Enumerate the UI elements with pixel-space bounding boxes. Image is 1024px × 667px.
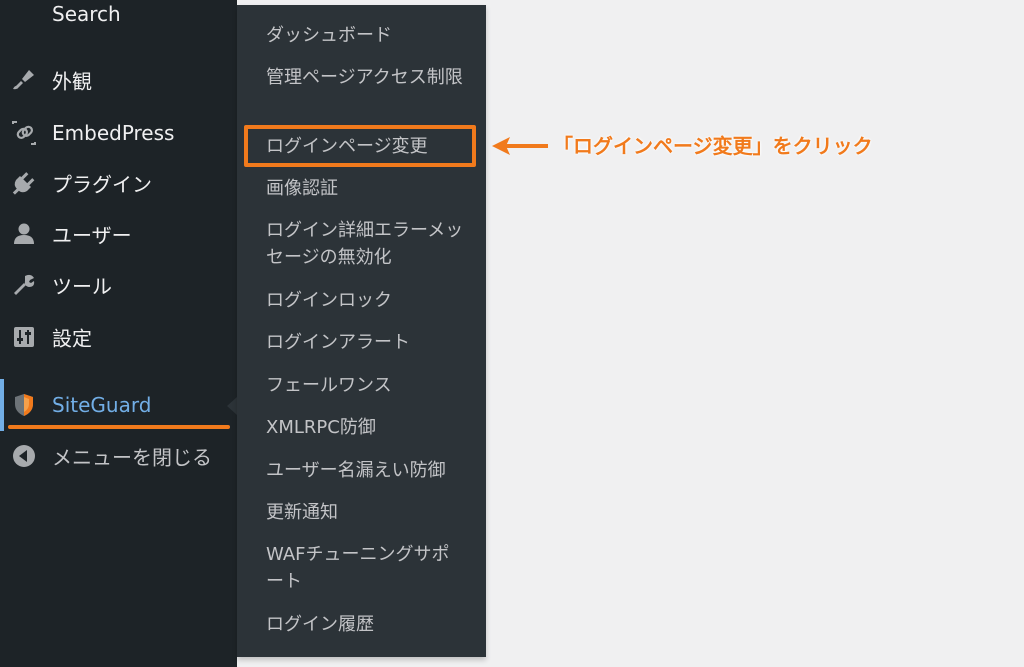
settings-sliders-icon bbox=[10, 323, 38, 351]
submenu-item-login-history[interactable]: ログイン履歴 bbox=[266, 611, 466, 638]
submenu-item-username-leak[interactable]: ユーザー名漏えい防御 bbox=[266, 457, 466, 484]
collapse-menu-button[interactable]: メニューを閉じる bbox=[0, 434, 237, 478]
submenu-item-fail-once[interactable]: フェールワンス bbox=[266, 372, 466, 399]
submenu-item-dashboard[interactable]: ダッシュボード bbox=[266, 22, 466, 49]
user-icon bbox=[10, 220, 38, 248]
current-item-arrow bbox=[227, 397, 237, 415]
admin-sidebar: Search 外観 EmbedPress プラグイン ユーザー ツール 設定 S… bbox=[0, 0, 237, 667]
collapse-arrow-icon bbox=[10, 442, 38, 470]
submenu-item-login-error-disable[interactable]: ログイン詳細エラーメッセージの無効化 bbox=[266, 217, 466, 271]
sidebar-item-label: ユーザー bbox=[52, 223, 132, 248]
submenu-item-waf-tuning[interactable]: WAFチューニングサポート bbox=[266, 541, 466, 595]
sidebar-item-users[interactable]: ユーザー bbox=[0, 212, 237, 256]
embedpress-icon bbox=[10, 119, 38, 147]
annotation-highlight-box bbox=[244, 125, 476, 167]
plugin-icon bbox=[10, 169, 38, 197]
annotation-underline bbox=[8, 425, 230, 429]
sidebar-item-siteguard[interactable]: SiteGuard bbox=[0, 383, 237, 427]
annotation-arrow-icon bbox=[492, 137, 548, 155]
paintbrush-icon bbox=[10, 66, 38, 94]
submenu-item-xmlrpc[interactable]: XMLRPC防御 bbox=[266, 414, 466, 441]
sidebar-item-tools[interactable]: ツール bbox=[0, 263, 237, 307]
sidebar-item-label: EmbedPress bbox=[52, 121, 175, 145]
siteguard-submenu: ダッシュボード 管理ページアクセス制限 ログインページ変更 画像認証 ログイン詳… bbox=[237, 5, 486, 657]
sidebar-search[interactable]: Search bbox=[0, 0, 237, 36]
sidebar-item-appearance[interactable]: 外観 bbox=[0, 58, 237, 102]
wrench-icon bbox=[10, 271, 38, 299]
sidebar-item-label: 外観 bbox=[52, 69, 92, 94]
sidebar-item-embedpress[interactable]: EmbedPress bbox=[0, 111, 237, 155]
siteguard-shield-icon bbox=[10, 391, 38, 419]
sidebar-search-label: Search bbox=[52, 2, 121, 26]
annotation-callout-text: 「ログインページ変更」をクリック bbox=[553, 134, 873, 158]
collapse-menu-label: メニューを閉じる bbox=[52, 445, 212, 470]
submenu-item-update-notify[interactable]: 更新通知 bbox=[266, 499, 466, 526]
submenu-item-image-auth[interactable]: 画像認証 bbox=[266, 175, 466, 202]
sidebar-item-label: SiteGuard bbox=[52, 393, 152, 417]
sidebar-item-settings[interactable]: 設定 bbox=[0, 315, 237, 359]
sidebar-item-label: 設定 bbox=[52, 326, 92, 351]
submenu-item-admin-access[interactable]: 管理ページアクセス制限 bbox=[266, 64, 466, 91]
sidebar-item-label: ツール bbox=[52, 274, 112, 299]
sidebar-item-label: プラグイン bbox=[52, 172, 152, 197]
submenu-item-login-alert[interactable]: ログインアラート bbox=[266, 329, 466, 356]
sidebar-item-plugins[interactable]: プラグイン bbox=[0, 161, 237, 205]
submenu-item-login-lock[interactable]: ログインロック bbox=[266, 287, 466, 314]
